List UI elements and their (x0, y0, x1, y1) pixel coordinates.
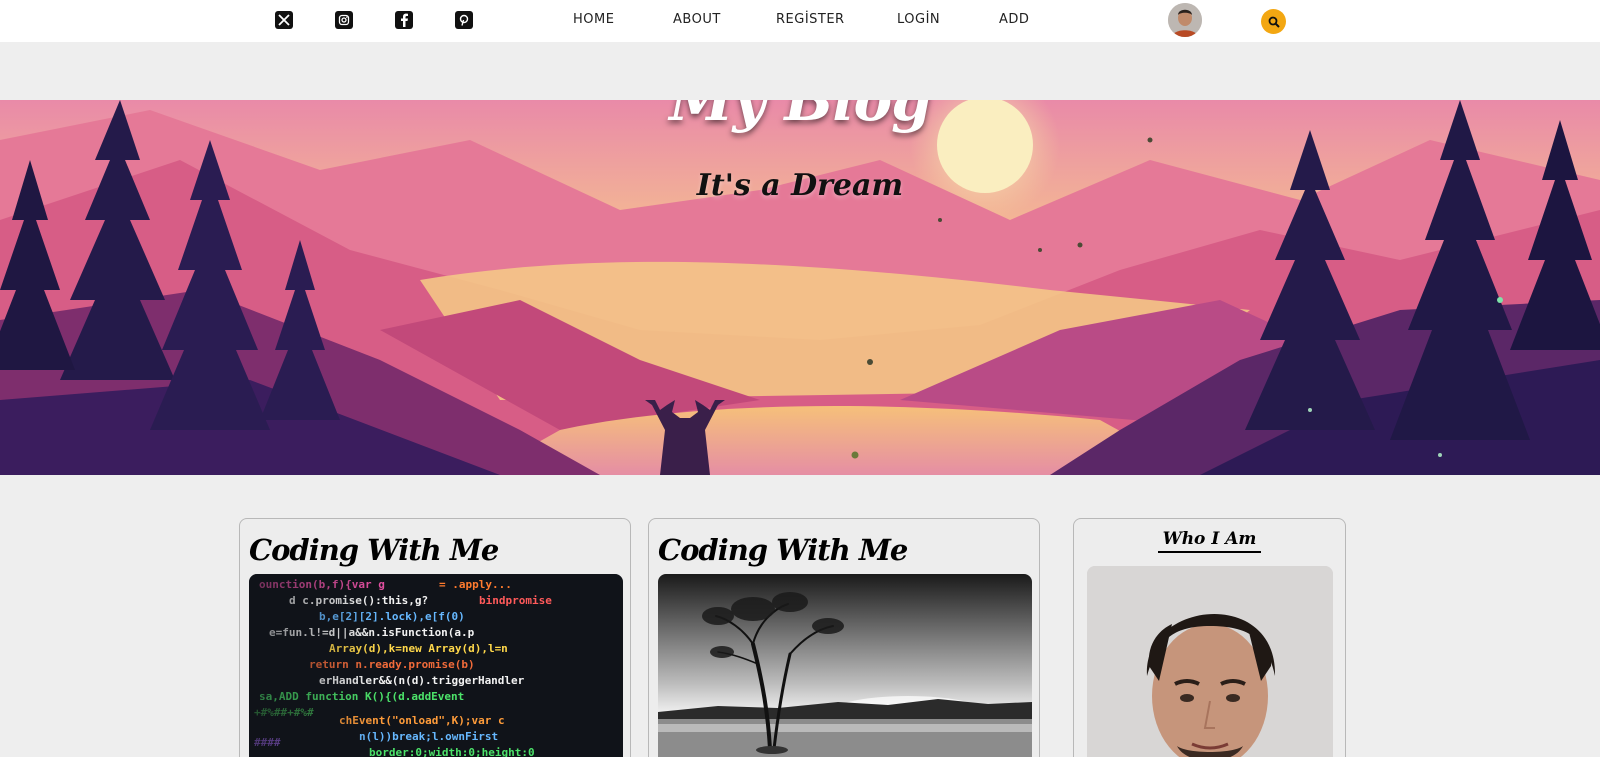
nav-home-link[interactable]: HOME (573, 12, 614, 27)
nav-register-link[interactable]: REGİSTER (776, 12, 845, 27)
search-icon (1268, 16, 1280, 28)
about-title: Who I Am (1157, 529, 1262, 553)
instagram-icon[interactable] (335, 11, 353, 29)
post-image-code[interactable]: ounction(b,f){var g = .apply... d c.prom… (249, 574, 623, 757)
post-image-tree[interactable] (658, 574, 1032, 757)
post-card[interactable]: Coding With Me (648, 518, 1040, 757)
nav-login-link[interactable]: LOGİN (897, 12, 940, 27)
top-navbar: HOME ABOUT REGİSTER LOGİN ADD (0, 0, 1600, 42)
profile-photo (1087, 566, 1333, 757)
nav-add-link[interactable]: ADD (999, 12, 1029, 27)
x-twitter-icon[interactable] (275, 11, 293, 29)
post-title[interactable]: Coding With Me (658, 533, 908, 567)
avatar[interactable] (1168, 3, 1202, 37)
post-title[interactable]: Coding With Me (249, 533, 499, 567)
blog-subtitle: It's a Dream (696, 168, 904, 203)
blog-title: My Blog (669, 100, 931, 134)
hero-banner: My Blog It's a Dream (0, 100, 1600, 475)
about-card: Who I Am (1073, 518, 1346, 757)
nav-about-link[interactable]: ABOUT (673, 12, 721, 27)
facebook-icon[interactable] (395, 11, 413, 29)
post-card[interactable]: Coding With Me ounction(b,f){var g = .ap… (239, 518, 631, 757)
pinterest-icon[interactable] (455, 11, 473, 29)
search-button[interactable] (1261, 9, 1286, 34)
